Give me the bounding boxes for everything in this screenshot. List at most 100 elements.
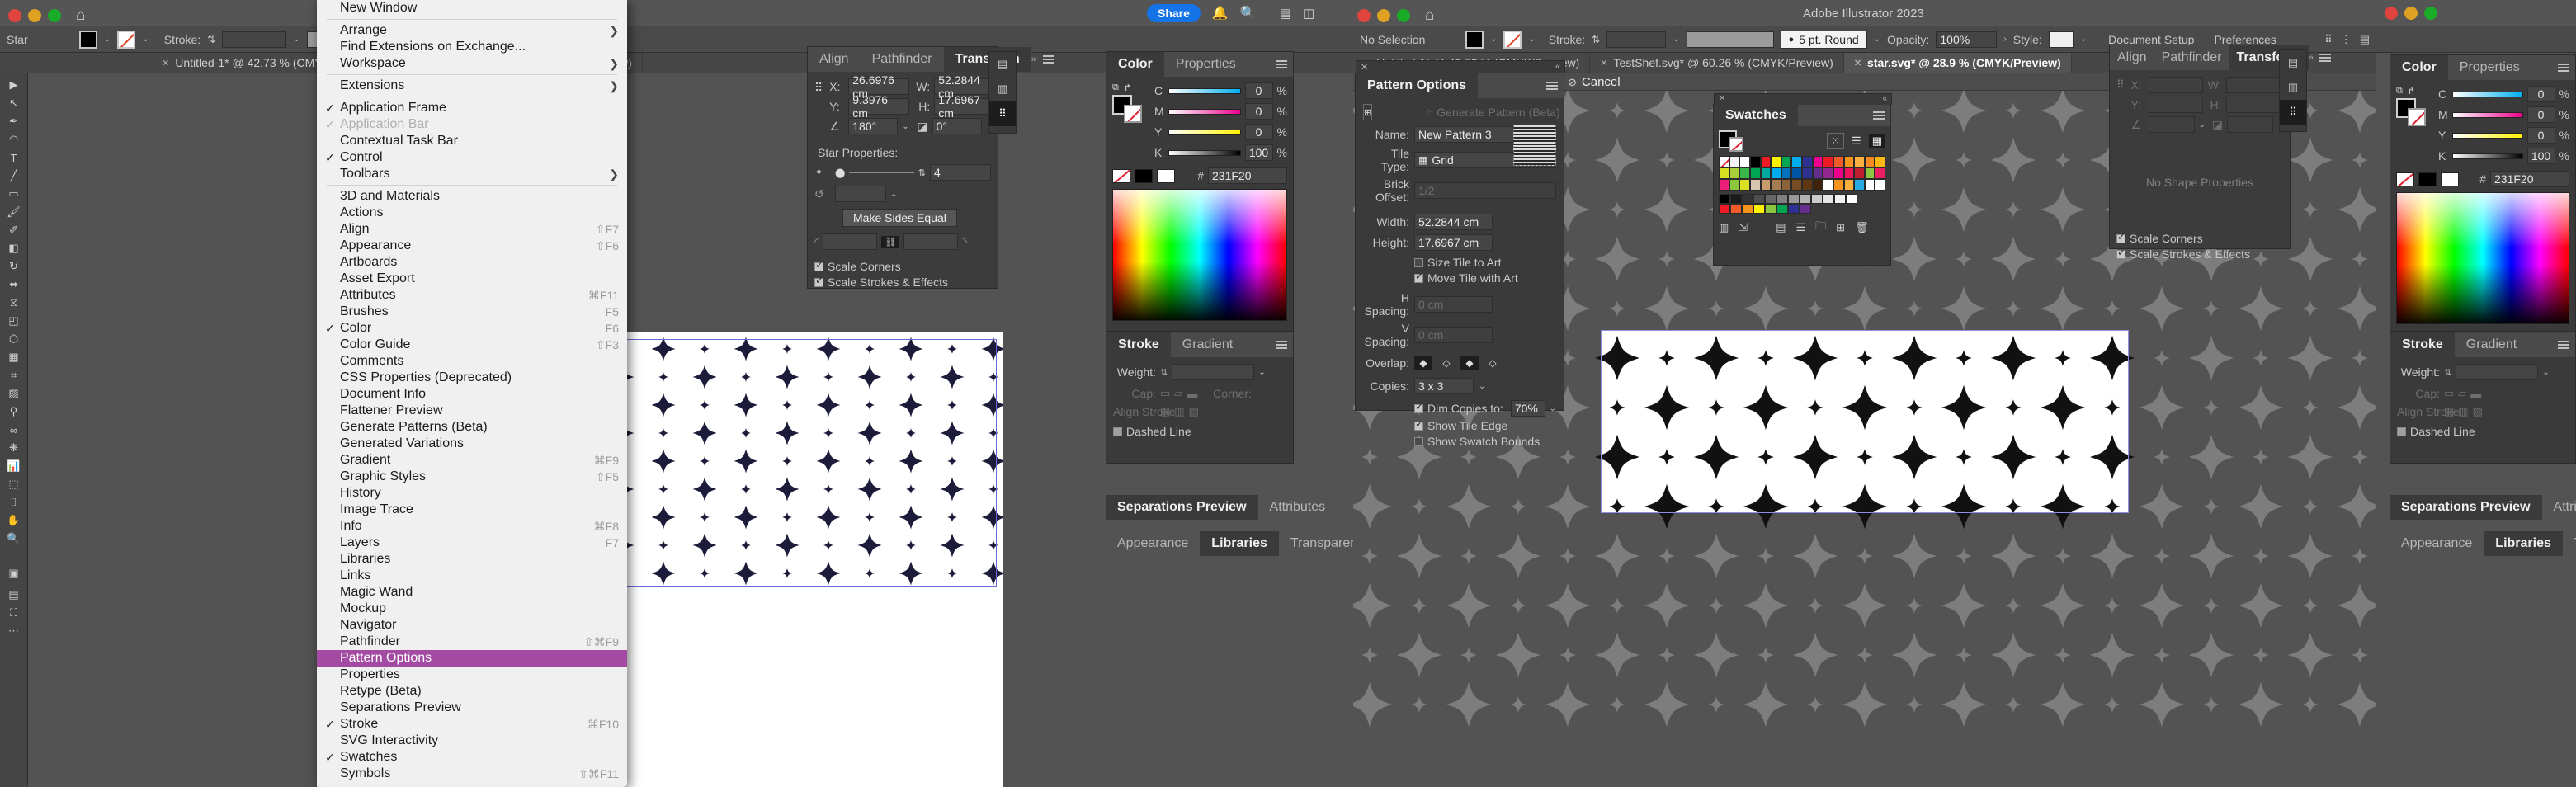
star-points-slider[interactable] [849, 172, 914, 173]
minimize-window-button-3[interactable] [2404, 7, 2418, 20]
column-graph-tool-icon[interactable]: 📊 [0, 457, 27, 475]
pattern-tile-tool-icon[interactable]: ⊞ [1363, 104, 1373, 120]
panel-menu-icon[interactable] [2558, 341, 2569, 349]
tab-properties[interactable]: Properties [1164, 52, 1248, 77]
stroke-color-swatch[interactable] [117, 30, 136, 49]
stroke-panel-right[interactable]: Stroke Gradient Weight: ⇅ ⌄ Cap: ▭ ▱ ▬ A… [2390, 332, 2576, 464]
stroke-swatch-right[interactable] [2408, 108, 2426, 126]
menu-item-css-properties-deprecated[interactable]: CSS Properties (Deprecated) [317, 370, 627, 386]
opacity-chevron-icon[interactable]: › [2003, 35, 2006, 44]
swatch-cell[interactable] [1864, 167, 1875, 179]
menu-item-application-frame[interactable]: ✓ Application Frame [317, 100, 627, 116]
swatch-cell[interactable] [1791, 167, 1802, 179]
menu-item-find-extensions-on-exchange[interactable]: Find Extensions on Exchange... [317, 39, 627, 55]
tab-pathfinder-right[interactable]: Pathfinder [2154, 45, 2229, 70]
cap-projecting-icon[interactable]: ▬ [1187, 388, 1197, 400]
swatch-cell[interactable] [1749, 179, 1761, 191]
color-mode-icon[interactable]: ▤ [0, 586, 27, 604]
menu-item-document-info[interactable]: Document Info [317, 386, 627, 403]
rectangle-tool-icon[interactable]: ▭ [0, 185, 27, 203]
star-angle-chevron-down-icon[interactable]: ⌄ [890, 190, 897, 199]
menu-item-retype-beta[interactable]: Retype (Beta) [317, 683, 627, 700]
list-view-icon[interactable]: ☰ [1848, 134, 1865, 148]
dim-copies-checkbox[interactable] [1414, 401, 1423, 413]
grid-view-icon[interactable]: ▦ [1868, 134, 1885, 148]
close-tab-icon[interactable]: ✕ [1600, 58, 1607, 68]
swatch-cell[interactable] [1854, 179, 1865, 191]
swatch-cell[interactable] [1749, 167, 1761, 179]
swatch-cell[interactable] [1739, 167, 1750, 179]
tab-properties-right[interactable]: Properties [2448, 55, 2531, 80]
traffic-lights-right[interactable] [2385, 7, 2437, 20]
panel-menu-icon[interactable] [2558, 64, 2569, 72]
toolbar-overflow-icon[interactable]: ⋯ [0, 622, 27, 640]
distribute-objects-icon[interactable]: ⋮ [2341, 33, 2352, 46]
menu-item-symbols[interactable]: Symbols ⇧⌘F11 [317, 766, 627, 782]
menu-item-actions[interactable]: Actions [317, 205, 627, 221]
corner-radius-1-input[interactable] [823, 233, 878, 250]
fill-stroke-swap-icon[interactable]: ⧉ [1112, 82, 1119, 93]
menu-item-flattener-preview[interactable]: Flattener Preview [317, 403, 627, 419]
close-tab-icon[interactable]: ✕ [1854, 58, 1861, 68]
overlap-top-in-front-icon[interactable]: ◆ [1460, 356, 1479, 370]
star-angle-reset-icon[interactable]: ↺ [814, 187, 831, 201]
width-tool-icon[interactable]: ⧖ [0, 294, 27, 312]
swatch-cell[interactable] [1765, 194, 1776, 204]
show-tile-edge-checkbox[interactable] [1414, 418, 1423, 431]
swatch-cell[interactable] [1765, 204, 1776, 214]
close-window-button-3[interactable] [2385, 7, 2398, 20]
curvature-tool-icon[interactable]: ◠ [0, 130, 27, 148]
menu-item-image-trace[interactable]: Image Trace [317, 502, 627, 518]
eraser-tool-icon[interactable]: ◧ [0, 239, 27, 257]
cyan-input-right[interactable]: 0 [2526, 86, 2555, 102]
menu-item-layers[interactable]: Layers F7 [317, 535, 627, 551]
swatch-cell[interactable] [1729, 156, 1740, 167]
menu-item-asset-export[interactable]: Asset Export [317, 271, 627, 287]
graphic-style-swatch[interactable] [2048, 31, 2074, 48]
close-icon[interactable]: ✕ [1361, 62, 1368, 73]
align-objects-icon[interactable]: ⠿ [2324, 33, 2333, 46]
search-icon[interactable]: 🔍 [1240, 5, 1257, 21]
points-stepper-icon[interactable]: ⇅ [918, 167, 926, 178]
collapse-icon[interactable]: « [1882, 94, 1887, 103]
swatch-cell[interactable] [1843, 167, 1855, 179]
swatch-cell[interactable] [1854, 167, 1865, 179]
delete-swatch-icon[interactable]: 🗑 [1855, 221, 1869, 234]
selection-tool-icon[interactable]: ▶ [0, 76, 27, 94]
overlap-right-in-front-icon[interactable]: ◇ [1437, 356, 1455, 370]
x-input[interactable]: 26.6976 cm [848, 73, 910, 100]
magenta-slider-right[interactable] [2452, 111, 2523, 118]
pattern-height-input[interactable]: 17.6967 cm [1414, 234, 1493, 251]
swatch-cell[interactable] [1812, 156, 1823, 167]
style-chevron-down-icon[interactable]: ⌄ [2080, 35, 2087, 44]
stroke-chevron-down-icon[interactable]: ⌄ [142, 35, 149, 44]
align-panel-dock-icon-left[interactable]: ▤ [989, 52, 1016, 77]
swatch-cell[interactable] [1791, 156, 1802, 167]
panel-menu-icon[interactable] [1042, 55, 1054, 64]
menu-item-generated-variations[interactable]: Generated Variations [317, 436, 627, 452]
menu-item-contextual-task-bar[interactable]: Contextual Task Bar [317, 133, 627, 149]
stroke-stepper-icon-middle[interactable]: ⇅ [1592, 34, 1600, 45]
swatches-panel[interactable]: ✕ « Swatches ⁙ ☰ ▦ ▥ ⇲ ▤ ☰ 🗀 ⊞ 🗑 [1713, 93, 1892, 266]
transform-panel-left-tabs[interactable]: Align Pathfinder Transform » [808, 47, 1054, 72]
menu-item-history[interactable]: History [317, 485, 627, 502]
align-inside-icon-right[interactable]: ▥ [2458, 405, 2468, 418]
corner-radius-2-input[interactable] [903, 233, 959, 250]
swatch-cell[interactable] [1742, 204, 1753, 214]
left-toolbar[interactable]: ▶ ↖ ✒ ◠ T ╱ ▭ 🖌 ✐ ◧ ↻ ⬌ ⧖ ◰ ⬡ ▦ ⌗ ▨ ⚲ ∞ … [0, 73, 28, 787]
menu-item-gradient[interactable]: Gradient ⌘F9 [317, 452, 627, 469]
window-menu-dropdown[interactable]: New Window Arrange ❯ Find Extensions on Exc… [317, 0, 627, 787]
swatch-row[interactable] [1719, 167, 1885, 179]
swatch-cell[interactable] [1788, 204, 1800, 214]
doc-tab-active[interactable]: ✕ star.svg* @ 28.9 % (CMYK/Preview) [1843, 53, 2072, 73]
swatch-cell[interactable] [1760, 167, 1772, 179]
make-sides-equal-button[interactable]: Make Sides Equal [842, 209, 957, 227]
menu-item-color[interactable]: ✓ Color F6 [317, 320, 627, 337]
w-input[interactable]: 52.2844 cm [934, 73, 996, 100]
close-window-button[interactable] [8, 9, 21, 22]
cancel-button[interactable]: ⊘ Cancel [1568, 75, 1621, 89]
dim-copies-chevron-down-icon[interactable]: ⌄ [1550, 404, 1556, 413]
tab-color[interactable]: Color [1106, 52, 1164, 77]
yellow-input-right[interactable]: 0 [2526, 127, 2555, 144]
color-panel-right[interactable]: Color Properties ⧉ ↱ C 0 % M 0 % Y 0 % K… [2390, 54, 2576, 332]
